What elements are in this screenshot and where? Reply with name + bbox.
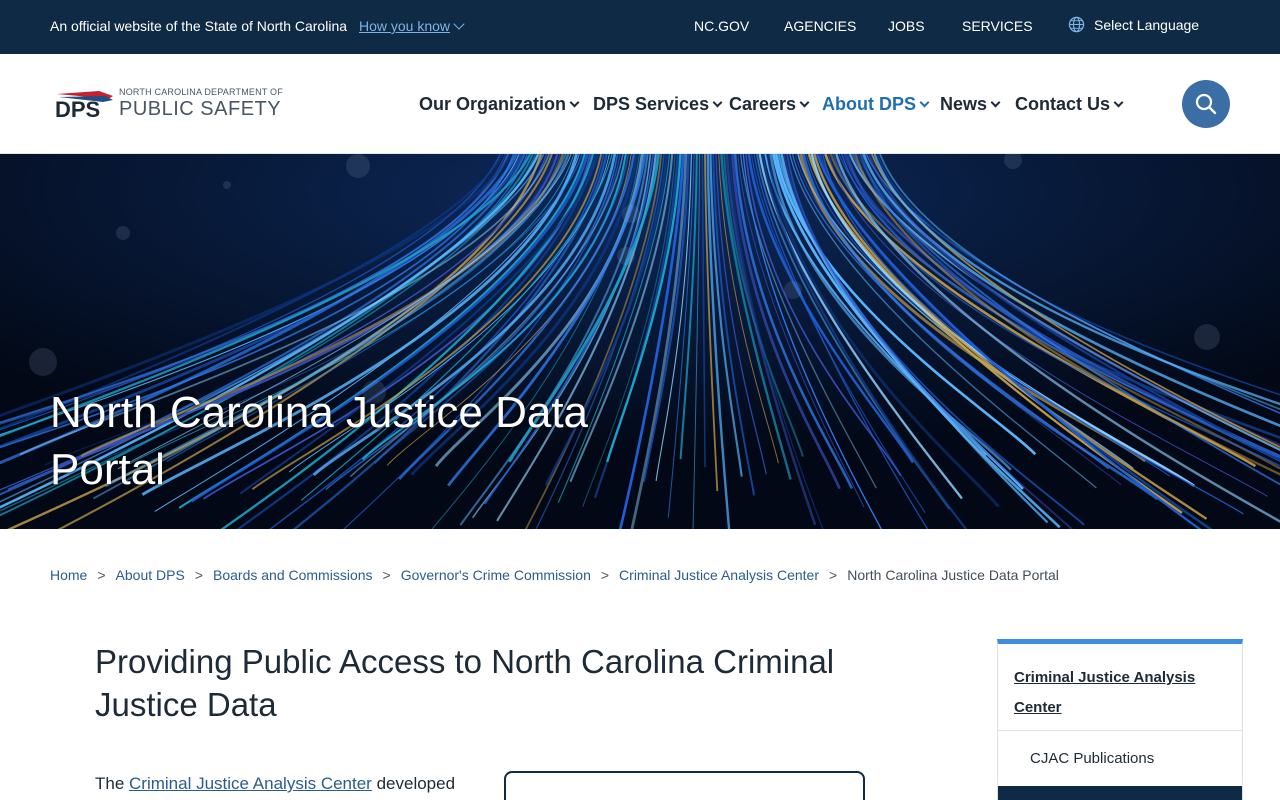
globe-icon [1068,16,1085,33]
breadcrumb-separator: > [382,567,391,583]
nc-gov-link[interactable]: NC.GOV [694,18,749,34]
chevron-down-icon [453,18,465,30]
how-you-know-link[interactable]: How you know [359,18,465,34]
search-icon [1195,93,1217,115]
embedded-content-box [504,771,865,800]
hero-bokeh-dot [622,205,640,223]
hero-bokeh-dot [116,226,130,240]
breadcrumb-home[interactable]: Home [50,567,87,583]
select-language-label: Select Language [1094,17,1200,33]
chevron-down-icon [1113,97,1124,108]
hero-bokeh-dot [346,154,370,178]
hero-bokeh-dot [29,348,57,376]
site-header: DPS NORTH CAROLINA DEPARTMENT OF PUBLIC … [0,54,1280,154]
nav-dps-services-label: DPS Services [593,94,710,114]
breadcrumb-boards-commissions[interactable]: Boards and Commissions [213,567,373,583]
how-you-know-label: How you know [359,18,451,34]
utility-bar: An official website of the State of Nort… [0,0,1280,54]
nav-contact-us[interactable]: Contact Us [1015,94,1124,115]
breadcrumb-cjac[interactable]: Criminal Justice Analysis Center [619,567,819,583]
jobs-link[interactable]: JOBS [888,18,925,34]
page-heading: Providing Public Access to North Carolin… [95,643,835,723]
nav-our-organization[interactable]: Our Organization [419,94,580,115]
breadcrumb-about-dps[interactable]: About DPS [116,567,185,583]
sidebar-nav: Criminal Justice Analysis Center CJAC Pu… [997,639,1243,800]
breadcrumb-separator: > [97,567,106,583]
nav-news[interactable]: News [940,94,1001,115]
intro-prefix: The [95,774,125,793]
dps-logo-mark: DPS [55,91,113,120]
dps-logo[interactable]: DPS NORTH CAROLINA DEPARTMENT OF PUBLIC … [55,87,295,120]
nav-dps-services[interactable]: DPS Services [593,94,723,115]
sidebar-item-active[interactable] [998,786,1242,800]
nav-careers-label: Careers [729,94,797,114]
cjac-link[interactable]: Criminal Justice Analysis Center [129,774,372,793]
chevron-down-icon [569,97,580,108]
select-language-button[interactable]: Select Language [1068,16,1199,33]
breadcrumb-governors-crime-commission[interactable]: Governor's Crime Commission [401,567,591,583]
nav-about-dps-label: About DPS [822,94,916,114]
sidebar-heading-link[interactable]: Criminal Justice Analysis Center [1014,663,1224,723]
nav-news-label: News [940,94,988,114]
nav-careers[interactable]: Careers [729,94,810,115]
hero-bokeh-dot [1194,324,1220,350]
intro-paragraph: The Criminal Justice Analysis Center dev… [95,774,455,794]
breadcrumb: Home > About DPS > Boards and Commissions > Go… [50,567,1059,583]
breadcrumb-current: North Carolina Justice Data Portal [847,567,1059,583]
sidebar-divider [998,730,1242,731]
breadcrumb-separator: > [829,567,838,583]
logo-department-text: NORTH CAROLINA DEPARTMENT OF [119,87,283,97]
logo-public-safety-text: PUBLIC SAFETY [119,98,282,120]
logo-acronym: DPS [55,97,100,120]
services-link[interactable]: SERVICES [962,18,1033,34]
intro-suffix: developed [376,774,456,793]
sidebar-item-cjac-publications[interactable]: CJAC Publications [1030,750,1154,767]
breadcrumb-separator: > [194,567,203,583]
nav-about-dps[interactable]: About DPS [822,94,930,115]
search-button[interactable] [1182,80,1230,128]
chevron-down-icon [919,97,930,108]
breadcrumb-separator: > [600,567,610,583]
hero-bokeh-dot [223,181,231,189]
hero-title: North Carolina Justice Data Portal [50,388,589,494]
hero-bokeh-dot [784,281,802,299]
nav-contact-us-label: Contact Us [1015,94,1111,114]
chevron-down-icon [990,97,1001,108]
chevron-down-icon [799,97,810,108]
nav-our-organization-label: Our Organization [419,94,567,114]
hero-bokeh-dot [617,247,635,265]
official-website-text: An official website of the State of Nort… [50,18,348,34]
agencies-link[interactable]: AGENCIES [784,18,856,34]
hero-banner: North Carolina Justice Data Portal [0,154,1280,529]
chevron-down-icon [712,97,723,108]
